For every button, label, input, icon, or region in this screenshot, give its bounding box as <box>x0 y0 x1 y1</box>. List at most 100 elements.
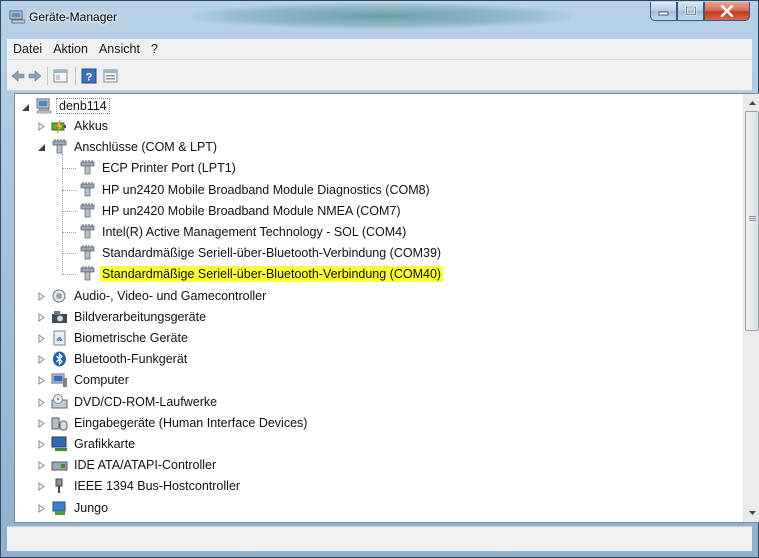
toolbar-separator <box>75 67 76 85</box>
tree-category-label: IEEE 1394 Bus-Hostcontroller <box>74 479 241 494</box>
menu-datei[interactable]: Datei <box>7 42 47 56</box>
hid-icon <box>51 417 68 431</box>
device-tree-panel: denb114 Akkus Anschlüsse (COM & LPT) ECP P… <box>14 93 759 523</box>
tree-category[interactable]: Jungo <box>51 498 110 518</box>
tree-root[interactable]: denb114 <box>35 96 110 116</box>
help-icon[interactable]: ? <box>81 68 97 84</box>
minimize-button[interactable] <box>650 2 677 21</box>
minimize-icon <box>658 11 668 16</box>
collapsed-arrow-icon[interactable] <box>37 376 46 386</box>
tree-category-label: Akkus <box>74 119 109 133</box>
camera-icon <box>52 310 67 323</box>
back-arrow-icon[interactable] <box>11 68 25 84</box>
speaker-icon <box>52 289 66 303</box>
tree-category-label: Grafikkarte <box>74 437 136 451</box>
port-icon <box>52 139 67 154</box>
tree-connector <box>62 253 76 255</box>
computer-root-icon <box>36 98 52 114</box>
tree-category-label: Eingabegeräte (Human Interface Devices) <box>74 415 308 430</box>
tree-connector <box>62 210 76 212</box>
title-glow <box>191 3 571 29</box>
tree-device-label: Standardmäßige Seriell-über-Bluetooth-Ve… <box>102 246 442 261</box>
menu-help[interactable]: ? <box>145 42 163 56</box>
vertical-scrollbar[interactable] <box>743 94 759 522</box>
expanded-arrow-icon[interactable] <box>37 143 46 152</box>
port-icon <box>80 224 95 239</box>
tree-device[interactable]: Standardmäßige Seriell-über-Bluetooth-Ve… <box>79 264 444 284</box>
tree-category[interactable]: Computer <box>51 370 131 390</box>
collapsed-arrow-icon[interactable] <box>37 482 46 492</box>
collapsed-arrow-icon[interactable] <box>37 334 46 343</box>
collapsed-arrow-icon[interactable] <box>37 418 46 428</box>
tree-category-label: Jungo <box>74 500 109 515</box>
maximize-button[interactable] <box>677 2 704 21</box>
tree-device[interactable]: HP un2420 Mobile Broadband Module Diagno… <box>79 180 432 200</box>
tree-connector <box>62 189 76 191</box>
title-bar[interactable]: Geräte-Manager <box>1 1 758 35</box>
scroll-down-icon <box>749 510 756 515</box>
view-icon[interactable] <box>103 68 119 84</box>
menu-bar: Datei Aktion Ansicht ? <box>7 39 752 60</box>
highlighted-device-label: Standardmäßige Seriell-über-Bluetooth-Ve… <box>100 266 444 283</box>
forward-arrow-icon[interactable] <box>28 68 42 84</box>
fingerprint-icon <box>53 330 66 346</box>
tree-category[interactable]: Biometrische Geräte <box>51 328 190 348</box>
maximize-icon <box>685 6 696 16</box>
tree-category[interactable]: Bluetooth-Funkgerät <box>51 349 189 369</box>
dvd-drive-icon <box>51 393 68 409</box>
tree-category[interactable]: DVD/CD-ROM-Laufwerke <box>51 392 219 412</box>
ide-controller-icon <box>51 461 68 471</box>
tree-category-label: IDE ATA/ATAPI-Controller <box>74 458 217 473</box>
tree-device-label: HP un2420 Mobile Broadband Module Diagno… <box>102 182 430 197</box>
scroll-thumb[interactable] <box>745 111 759 331</box>
scroll-up-button[interactable] <box>744 94 759 111</box>
tree-category[interactable]: Grafikkarte <box>51 434 137 454</box>
properties-icon[interactable] <box>53 68 69 84</box>
collapsed-arrow-icon[interactable] <box>37 440 46 449</box>
tree-device-label: HP un2420 Mobile Broadband Module NMEA (… <box>102 203 401 218</box>
device-manager-app-icon <box>9 10 25 24</box>
collapsed-arrow-icon[interactable] <box>37 355 46 365</box>
tree-category-label: Audio-, Video- und Gamecontroller <box>74 288 267 303</box>
tree-category-label: Computer <box>74 373 129 388</box>
tree-device[interactable]: Intel(R) Active Management Technology - … <box>79 222 408 242</box>
tree-category[interactable]: Anschlüsse (COM & LPT) <box>51 137 219 157</box>
scroll-up-icon <box>749 100 756 105</box>
expanded-arrow-icon[interactable] <box>21 103 30 112</box>
battery-icon <box>51 119 66 134</box>
tree-device[interactable]: Standardmäßige Seriell-über-Bluetooth-Ve… <box>79 243 443 263</box>
tree-category[interactable]: Akkus <box>51 116 110 136</box>
tree-category-label: DVD/CD-ROM-Laufwerke <box>74 394 218 409</box>
toolbar: ? <box>7 60 752 91</box>
port-icon <box>80 266 95 281</box>
tree-device-label: Intel(R) Active Management Technology - … <box>102 225 407 239</box>
tree-category-label: Bildverarbeitungsgeräte <box>74 309 207 324</box>
tree-category[interactable]: IEEE 1394 Bus-Hostcontroller <box>51 476 242 496</box>
collapsed-arrow-icon[interactable] <box>37 397 46 407</box>
port-icon <box>80 181 95 196</box>
tree-category-label: Anschlüsse (COM & LPT) <box>74 140 218 155</box>
scroll-down-button[interactable] <box>744 504 759 521</box>
scroll-grip-icon <box>749 216 756 221</box>
collapsed-arrow-icon[interactable] <box>37 503 46 513</box>
close-button[interactable] <box>704 2 750 21</box>
tree-category[interactable]: Eingabegeräte (Human Interface Devices) <box>51 413 309 433</box>
tree-category[interactable]: Bildverarbeitungsgeräte <box>51 307 208 327</box>
collapsed-arrow-icon[interactable] <box>37 312 46 322</box>
tree-device[interactable]: ECP Printer Port (LPT1) <box>79 158 238 178</box>
port-icon <box>80 202 95 218</box>
collapsed-arrow-icon[interactable] <box>37 461 46 471</box>
computer-icon <box>51 373 67 388</box>
caption-buttons <box>650 2 750 23</box>
tree-device[interactable]: HP un2420 Mobile Broadband Module NMEA (… <box>79 201 403 221</box>
device-manager-window: Geräte-Manager Datei Aktion Ansicht ? ? … <box>0 0 759 558</box>
tree-category-label: Biometrische Geräte <box>74 331 188 345</box>
collapsed-arrow-icon[interactable] <box>37 291 46 301</box>
tree-category[interactable]: IDE ATA/ATAPI-Controller <box>51 455 218 475</box>
collapsed-arrow-icon[interactable] <box>37 122 46 131</box>
menu-aktion[interactable]: Aktion <box>47 42 93 56</box>
tree-category[interactable]: Audio-, Video- und Gamecontroller <box>51 286 268 306</box>
tree-category-label: Bluetooth-Funkgerät <box>74 352 188 367</box>
menu-ansicht[interactable]: Ansicht <box>93 42 145 56</box>
device-tree[interactable]: denb114 Akkus Anschlüsse (COM & LPT) ECP P… <box>15 94 742 522</box>
